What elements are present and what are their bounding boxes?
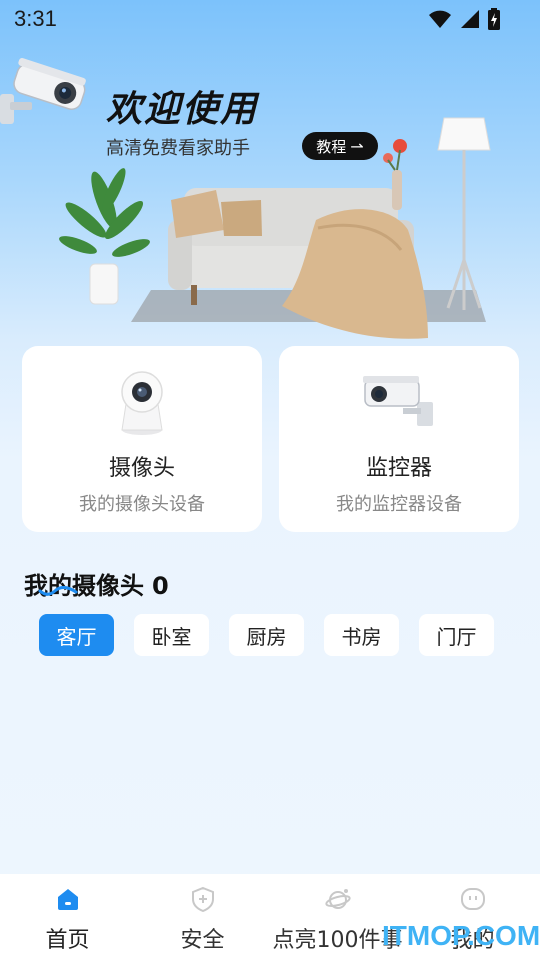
room-tab-kitchen[interactable]: 厨房	[229, 614, 304, 656]
status-time: 3:31	[14, 6, 57, 31]
cctv-camera-icon	[363, 376, 433, 426]
status-bar: 3:31	[0, 0, 540, 38]
shield-icon	[191, 886, 214, 912]
battery-icon	[488, 8, 500, 30]
nav-security-label: 安全	[180, 928, 225, 953]
camera-card-title: 摄像头	[108, 456, 175, 481]
wifi-icon	[429, 10, 451, 28]
living-room-illustration	[59, 117, 491, 339]
monitor-card-title: 监控器	[365, 456, 432, 481]
planet-icon	[324, 889, 351, 909]
monitor-card-subtitle: 我的监控器设备	[336, 494, 462, 515]
app-screen: 3:31 欢迎使用 高清免费看家助手 教程 ⇀ 摄像头 我的摄像头设备 监控器 …	[0, 0, 540, 960]
room-tab-study[interactable]: 书房	[324, 614, 399, 656]
camera-device-card[interactable]: 摄像头 我的摄像头设备	[22, 346, 262, 532]
monitor-device-card[interactable]: 监控器 我的监控器设备	[279, 346, 519, 532]
profile-icon	[460, 888, 485, 910]
nav-security[interactable]: 安全	[135, 874, 270, 960]
site-watermark: ITMOP.COM	[382, 920, 540, 951]
home-icon	[57, 889, 78, 910]
nav-home-label: 首页	[45, 928, 90, 953]
room-tab-bedroom[interactable]: 卧室	[134, 614, 209, 656]
signal-icon	[461, 10, 479, 28]
welcome-banner: 欢迎使用 高清免费看家助手 教程 ⇀	[0, 38, 540, 339]
camera-card-subtitle: 我的摄像头设备	[79, 494, 205, 515]
title-underline-icon	[38, 586, 78, 596]
dome-camera-icon	[121, 371, 163, 435]
room-tabs: 客厅 卧室 厨房 书房 门厅	[39, 614, 494, 656]
room-tab-hallway[interactable]: 门厅	[419, 614, 494, 656]
status-icons	[428, 8, 500, 30]
camera-count: 0	[152, 572, 169, 600]
room-tab-living-room[interactable]: 客厅	[39, 614, 114, 656]
nav-home[interactable]: 首页	[0, 874, 135, 960]
